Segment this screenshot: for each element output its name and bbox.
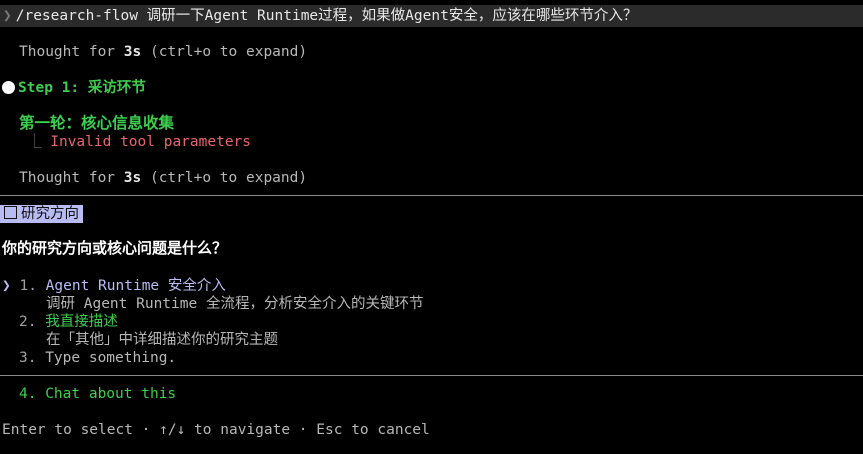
option-4[interactable]: 4. Chat about this <box>19 384 176 404</box>
question-tag: 研究方向 <box>0 205 83 223</box>
tree-branch-icon: ⎿ <box>27 134 42 150</box>
checkbox-icon <box>4 206 17 219</box>
thought-prefix: Thought for <box>19 44 124 60</box>
thought-line[interactable]: Thought for 3s (ctrl+o to expand) <box>19 168 307 188</box>
step-line: Step 1: 采访环节 <box>0 78 146 98</box>
thought-prefix: Thought for <box>19 170 124 186</box>
option-label: Agent Runtime 安全介入 <box>45 278 226 294</box>
prompt-text: /research-flow 调研一下Agent Runtime过程，如果做Ag… <box>15 8 638 24</box>
bullet-icon <box>2 81 15 94</box>
option-number: 2. <box>19 314 37 330</box>
option-description: 调研 Agent Runtime 全流程，分析安全介入的关键环节 <box>46 296 424 312</box>
prompt-line: ❯/research-flow 调研一下Agent Runtime过程，如果做A… <box>0 5 863 27</box>
divider <box>0 375 863 376</box>
option-description: 在「其他」中详细描述你的研究主题 <box>46 332 278 348</box>
round-title: 第一轮：核心信息收集 <box>19 114 175 132</box>
thought-expand-hint: (ctrl+o to expand) <box>141 170 308 186</box>
step-label: Step 1: 采访环节 <box>18 80 146 96</box>
option-label: Chat about this <box>45 386 177 402</box>
option-number: 1. <box>19 278 37 294</box>
thought-duration: 3s <box>123 170 142 186</box>
option-label: 我直接描述 <box>45 314 118 330</box>
prompt-caret-icon: ❯ <box>3 8 12 24</box>
option-3[interactable]: 3. Type something. <box>19 348 176 368</box>
thought-line[interactable]: Thought for 3s (ctrl+o to expand) <box>19 42 307 62</box>
option-2[interactable]: 2. 我直接描述 <box>19 312 118 332</box>
thought-duration: 3s <box>123 44 142 60</box>
question-title: 你的研究方向或核心问题是什么？ <box>2 239 228 257</box>
keyboard-hint: Enter to select · ↑/↓ to navigate · Esc … <box>2 422 430 438</box>
option-number: 4. <box>19 386 37 402</box>
thought-expand-hint: (ctrl+o to expand) <box>141 44 308 60</box>
option-label: Type something. <box>45 350 177 366</box>
option-1[interactable]: ❯ 1. Agent Runtime 安全介入 <box>2 276 226 296</box>
error-message: Invalid tool parameters <box>50 134 252 150</box>
error-line: ⎿ Invalid tool parameters <box>27 132 251 152</box>
option-number: 3. <box>19 350 37 366</box>
selection-caret-icon: ❯ <box>2 278 11 294</box>
question-tag-label: 研究方向 <box>21 206 79 222</box>
divider <box>0 195 863 196</box>
